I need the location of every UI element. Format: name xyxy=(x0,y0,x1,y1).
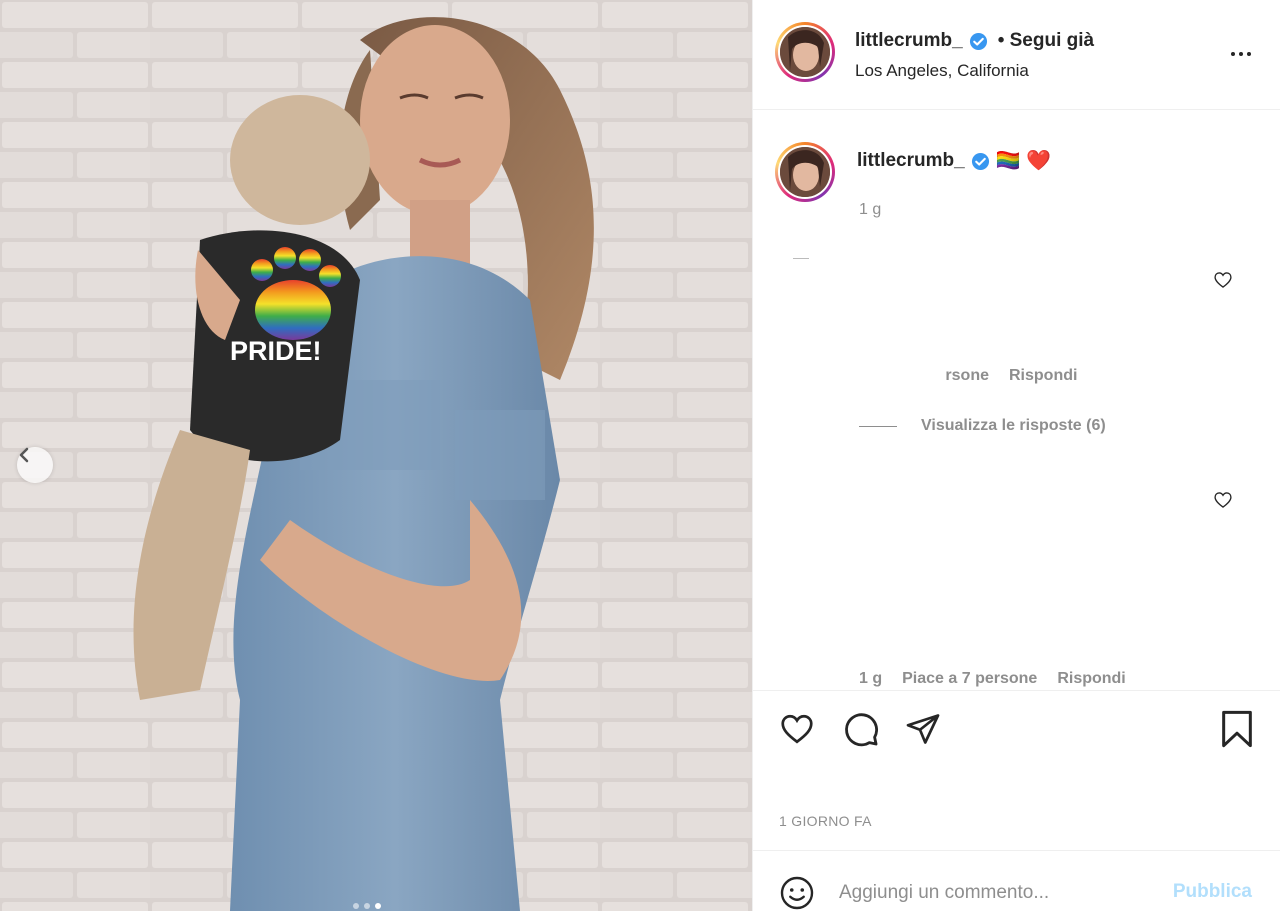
publish-button[interactable]: Pubblica xyxy=(1173,881,1252,903)
more-options-button[interactable] xyxy=(1226,44,1256,64)
author-username[interactable]: littlecrumb_ xyxy=(855,30,963,52)
post-actions xyxy=(753,690,1280,770)
post-date[interactable]: 1 GIORNO FA xyxy=(779,813,872,829)
carousel-dot xyxy=(353,903,359,909)
chevron-left-icon xyxy=(19,447,29,463)
caption-text: 🏳️‍🌈 ❤️ xyxy=(995,150,1052,172)
view-replies-label: Visualizza le risposte (6) xyxy=(921,417,1106,434)
reply-button[interactable]: Rispondi xyxy=(1057,670,1125,688)
comment-timestamp[interactable]: 1 g xyxy=(859,670,882,688)
verified-badge-icon xyxy=(969,32,987,50)
post-location[interactable]: Los Angeles, California xyxy=(855,61,1029,81)
share-button[interactable] xyxy=(903,709,943,749)
post-image: PRIDE! xyxy=(0,0,752,911)
save-button[interactable] xyxy=(1217,709,1257,749)
avatar-photo xyxy=(780,147,830,197)
caption-timestamp[interactable]: 1 g xyxy=(859,201,881,219)
like-button[interactable] xyxy=(777,709,817,749)
carousel-indicator xyxy=(353,903,381,909)
comment-likes[interactable]: Piace a 7 persone xyxy=(902,670,1037,688)
comment-meta: 1 g Piace a 7 persone Rispondi xyxy=(859,670,1126,688)
like-comment-heart-icon[interactable] xyxy=(1213,490,1233,510)
post-header: littlecrumb_ • Segui già Los Angeles, Ca… xyxy=(753,0,1280,110)
comment-button[interactable] xyxy=(841,709,881,749)
shirt-text: PRIDE! xyxy=(230,336,322,366)
caption-username[interactable]: littlecrumb_ xyxy=(857,150,965,172)
more-dots-icon xyxy=(1231,52,1235,56)
comment-input[interactable] xyxy=(839,877,1139,909)
post-photo[interactable]: PRIDE! xyxy=(0,0,752,911)
comments-list[interactable]: littlecrumb_ 🏳️‍🌈 ❤️ 1 g rsone Rispondi … xyxy=(753,110,1280,690)
view-replies-button[interactable]: Visualizza le risposte (6) xyxy=(859,417,1106,435)
follow-status[interactable]: • Segui già xyxy=(998,30,1094,52)
reply-button[interactable]: Rispondi xyxy=(1009,367,1077,385)
bookmark-icon xyxy=(1222,710,1252,748)
comment-placeholder-line xyxy=(793,258,809,259)
add-comment-bar: Pubblica xyxy=(753,850,1280,911)
post-sidebar: littlecrumb_ • Segui già Los Angeles, Ca… xyxy=(752,0,1280,911)
paper-plane-icon xyxy=(906,714,940,744)
author-avatar[interactable] xyxy=(775,22,835,82)
carousel-dot xyxy=(364,903,370,909)
previous-slide-button[interactable] xyxy=(17,447,53,483)
caption-avatar[interactable] xyxy=(775,142,835,202)
emoji-smile-icon[interactable] xyxy=(779,875,815,911)
replies-divider xyxy=(859,425,897,427)
heart-icon xyxy=(781,714,813,744)
verified-badge-icon xyxy=(971,152,989,170)
carousel-dot-active xyxy=(375,903,381,909)
comment-likes-partial[interactable]: rsone xyxy=(859,367,989,385)
comment-bubble-icon xyxy=(845,713,878,747)
like-comment-heart-icon[interactable] xyxy=(1213,270,1233,290)
avatar-photo xyxy=(780,27,830,77)
comment-meta: rsone Rispondi xyxy=(859,367,1077,385)
